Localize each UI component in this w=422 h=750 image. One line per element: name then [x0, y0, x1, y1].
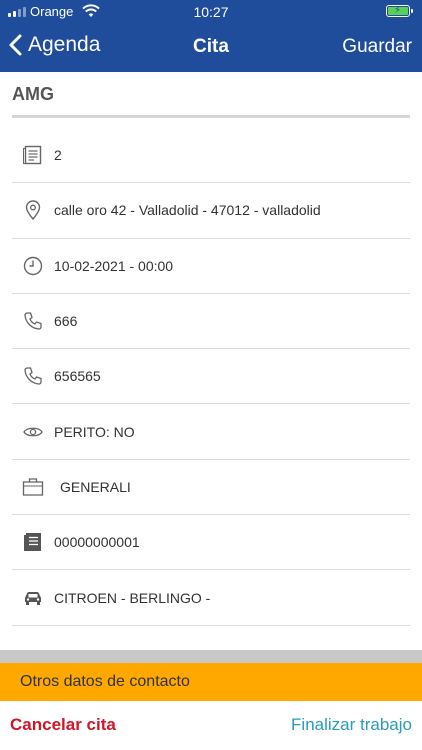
- status-bar: Orange 10:27 ⚡: [0, 0, 422, 24]
- section-separator: [0, 650, 422, 663]
- client-divider: [12, 115, 410, 118]
- navigation-bar: Agenda Cita Guardar: [0, 24, 422, 70]
- appointment-details: 2 calle oro 42 - Valladolid - 47012 - va…: [12, 128, 410, 626]
- client-name: AMG: [12, 84, 54, 104]
- detail-row-datetime[interactable]: 10-02-2021 - 00:00: [12, 239, 410, 294]
- chevron-left-icon: [9, 34, 22, 56]
- detail-text: calle oro 42 - Valladolid - 47012 - vall…: [54, 202, 321, 219]
- back-button-label: Agenda: [28, 33, 101, 56]
- battery-icon: ⚡: [386, 5, 413, 17]
- car-icon: [22, 587, 44, 609]
- detail-text: 2: [54, 147, 62, 164]
- phone-icon: [22, 365, 44, 387]
- detail-text: PERITO: NO: [54, 423, 135, 440]
- document-filled-icon: [22, 531, 44, 553]
- detail-row-expert[interactable]: PERITO: NO: [12, 404, 410, 460]
- detail-row-reference[interactable]: 2: [12, 128, 410, 184]
- save-button[interactable]: Guardar: [342, 36, 412, 58]
- detail-text: 656565: [54, 368, 101, 385]
- eye-icon: [22, 421, 44, 443]
- status-time: 10:27: [193, 4, 229, 20]
- detail-row-address[interactable]: calle oro 42 - Valladolid - 47012 - vall…: [12, 183, 410, 239]
- detail-row-insurer[interactable]: GENERALI: [12, 460, 410, 516]
- detail-row-phone-2[interactable]: 656565: [12, 349, 410, 405]
- other-contact-button[interactable]: Otros datos de contacto: [0, 663, 422, 701]
- detail-text: 10-02-2021 - 00:00: [54, 257, 174, 274]
- finish-job-button[interactable]: Finalizar trabajo: [291, 715, 412, 735]
- app-header: Orange 10:27 ⚡ Agenda Cita Guardar: [0, 0, 422, 72]
- clock-icon: [22, 255, 44, 277]
- cancel-appointment-button[interactable]: Cancelar cita: [10, 715, 116, 735]
- detail-text: CITROEN - BERLINGO -: [54, 589, 211, 606]
- detail-text: 666: [54, 313, 78, 330]
- detail-text: GENERALI: [60, 478, 131, 495]
- phone-icon: [22, 310, 44, 332]
- document-icon: [22, 144, 44, 166]
- detail-row-phone[interactable]: 666: [12, 294, 410, 350]
- briefcase-icon: [22, 476, 44, 498]
- detail-text: 00000000001: [54, 534, 140, 551]
- detail-row-policy[interactable]: 00000000001: [12, 515, 410, 571]
- location-pin-icon: [22, 199, 44, 221]
- detail-row-vehicle[interactable]: CITROEN - BERLINGO -: [12, 570, 410, 626]
- back-button[interactable]: Agenda: [8, 33, 100, 57]
